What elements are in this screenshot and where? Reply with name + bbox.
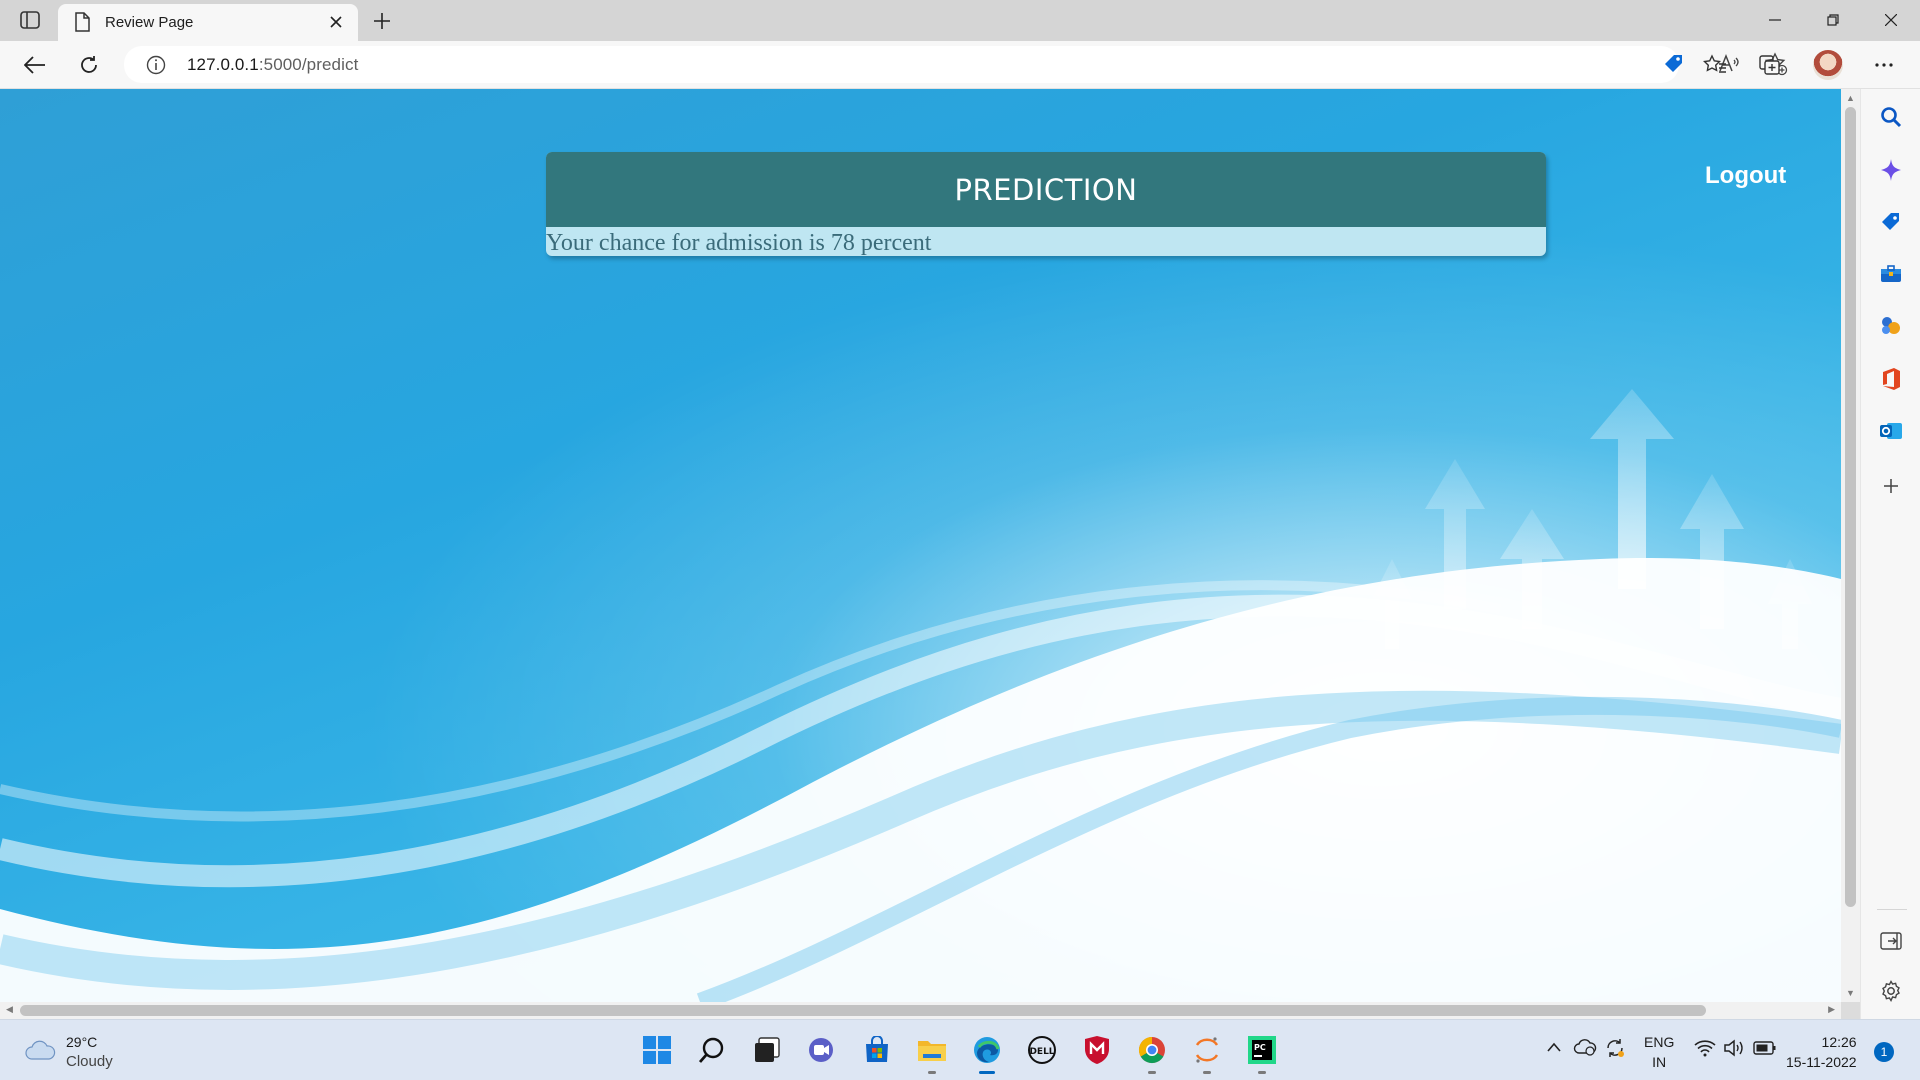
horizontal-scroll-thumb[interactable] <box>20 1005 1706 1016</box>
mcafee-icon[interactable] <box>1079 1032 1115 1068</box>
svg-text:DELL: DELL <box>1029 1047 1054 1057</box>
page-icon <box>74 12 90 37</box>
coupon-tag-icon[interactable] <box>1662 52 1686 81</box>
edge-browser-icon[interactable] <box>969 1032 1005 1074</box>
wifi-icon[interactable] <box>1694 1039 1716 1062</box>
refresh-icon[interactable] <box>72 49 106 81</box>
show-hidden-icons-chevron-icon[interactable] <box>1546 1040 1562 1058</box>
horizontal-scrollbar[interactable]: ◀ ▶ <box>0 1002 1841 1019</box>
tab-title: Review Page <box>105 14 194 31</box>
tab-review-page[interactable]: Review Page <box>58 4 358 41</box>
dell-icon[interactable]: DELL <box>1024 1032 1060 1068</box>
favorites-icon[interactable] <box>1698 49 1732 81</box>
file-explorer-icon[interactable] <box>914 1032 950 1074</box>
svg-text:PC: PC <box>1254 1043 1266 1052</box>
windows-taskbar: 29°C Cloudy DELL PC ENG IN 12:26 15-11-2… <box>0 1019 1920 1080</box>
games-icon[interactable] <box>1876 311 1906 341</box>
language-indicator[interactable]: ENG IN <box>1644 1032 1674 1072</box>
tab-strip: Review Page <box>0 0 1920 41</box>
add-sidebar-app-icon[interactable] <box>1876 471 1906 501</box>
url-path: :5000/predict <box>258 55 359 74</box>
running-indicator <box>1203 1071 1211 1074</box>
restore-icon[interactable] <box>1810 6 1856 34</box>
prediction-card-header: PREDICTION <box>546 152 1546 227</box>
chrome-icon[interactable] <box>1134 1032 1170 1074</box>
sync-icon[interactable] <box>1604 1037 1626 1064</box>
shopping-tag-icon[interactable] <box>1876 207 1906 237</box>
vertical-scroll-thumb[interactable] <box>1845 107 1856 907</box>
new-tab-button[interactable] <box>368 7 396 35</box>
browser-toolbar: 127.0.0.1:5000/predict <box>0 41 1920 89</box>
logout-link[interactable]: Logout <box>1705 162 1786 190</box>
onedrive-sync-icon[interactable] <box>1573 1037 1597 1062</box>
jupyter-icon[interactable] <box>1189 1032 1225 1074</box>
cloud-icon <box>24 1039 56 1066</box>
teams-chat-icon[interactable] <box>803 1032 839 1068</box>
battery-icon[interactable] <box>1753 1040 1777 1061</box>
sidebar-divider <box>1877 909 1907 910</box>
hide-sidebar-icon[interactable] <box>1876 926 1906 956</box>
discover-sparkle-icon[interactable] <box>1876 155 1906 185</box>
settings-gear-icon[interactable] <box>1876 976 1906 1006</box>
scroll-left-icon[interactable]: ◀ <box>6 1004 13 1015</box>
edge-sidebar <box>1860 89 1920 1019</box>
close-window-icon[interactable] <box>1868 6 1914 34</box>
profile-avatar[interactable] <box>1813 50 1843 80</box>
back-icon[interactable] <box>18 49 52 81</box>
taskbar-search-icon[interactable] <box>694 1032 730 1068</box>
search-icon[interactable] <box>1876 102 1906 132</box>
prediction-title: PREDICTION <box>954 172 1138 207</box>
prediction-result-text: Your chance for admission is 78 percent <box>546 230 932 256</box>
weather-temperature: 29°C <box>66 1034 98 1050</box>
more-options-icon[interactable] <box>1867 49 1901 81</box>
office-icon[interactable] <box>1876 364 1906 394</box>
start-windows-icon[interactable] <box>639 1032 675 1068</box>
scroll-up-icon[interactable]: ▲ <box>1846 93 1855 103</box>
outlook-icon[interactable] <box>1876 416 1906 446</box>
running-indicator <box>1258 1071 1266 1074</box>
minimize-icon[interactable] <box>1752 6 1798 34</box>
tab-actions-icon[interactable] <box>18 9 42 31</box>
collections-icon[interactable] <box>1753 49 1787 81</box>
url-host: 127.0.0.1 <box>187 55 259 74</box>
weather-widget[interactable]: 29°C Cloudy <box>24 1033 113 1071</box>
clock-time: 12:26 <box>1821 1034 1857 1050</box>
scroll-right-icon[interactable]: ▶ <box>1828 1004 1835 1015</box>
language-code: ENG <box>1644 1034 1675 1050</box>
weather-condition: Cloudy <box>66 1053 113 1070</box>
url-text: 127.0.0.1:5000/predict <box>187 55 358 75</box>
system-clock[interactable]: 12:26 15-11-2022 <box>1786 1032 1857 1072</box>
running-indicator <box>1148 1071 1156 1074</box>
scroll-down-icon[interactable]: ▼ <box>1846 988 1855 998</box>
task-view-icon[interactable] <box>749 1032 785 1068</box>
notification-badge[interactable]: 1 <box>1874 1042 1894 1062</box>
address-bar[interactable]: 127.0.0.1:5000/predict <box>124 46 1788 83</box>
pycharm-icon[interactable]: PC <box>1244 1032 1280 1074</box>
active-app-indicator <box>979 1071 995 1074</box>
vertical-scrollbar[interactable]: ▲ ▼ <box>1841 89 1860 1002</box>
volume-icon[interactable] <box>1723 1039 1745 1062</box>
microsoft-store-icon[interactable] <box>859 1032 895 1068</box>
page-viewport: PREDICTION Your chance for admission is … <box>0 89 1841 1002</box>
prediction-card: PREDICTION Your chance for admission is … <box>546 152 1546 256</box>
language-region: IN <box>1652 1054 1667 1070</box>
running-indicator <box>928 1071 936 1074</box>
clock-date: 15-11-2022 <box>1786 1054 1857 1070</box>
site-info-icon[interactable] <box>146 55 166 80</box>
close-tab-icon[interactable] <box>326 12 346 32</box>
tools-briefcase-icon[interactable] <box>1876 259 1906 289</box>
